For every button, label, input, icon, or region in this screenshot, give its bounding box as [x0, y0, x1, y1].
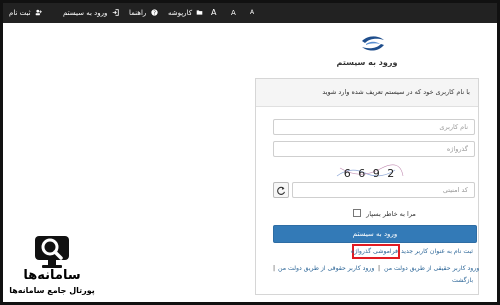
panel-heading: با نام کاربری خود که در سیستم تعریف شده …	[256, 79, 478, 107]
nav-login[interactable]: ورود به سیستم	[63, 3, 119, 23]
link-separator-2: |	[273, 265, 276, 272]
nav-kartabl-label: کارپوشه	[168, 9, 193, 17]
folder-icon	[196, 10, 203, 15]
captcha-image: 6 6 9 2	[336, 164, 404, 180]
login-submit-button[interactable]: ورود به سیستم	[273, 225, 477, 243]
back-link[interactable]: بازگشت	[452, 277, 473, 284]
page-frame: ثبت نام ورود به سیستم ? راهنما کارپوشه A…	[0, 0, 500, 305]
svg-text:?: ?	[153, 10, 156, 16]
font-size-large[interactable]: A	[211, 3, 216, 23]
real-user-login-link[interactable]: ورود کاربر حقیقی از طریق دولت من	[384, 265, 479, 272]
monitor-search-icon	[35, 236, 69, 268]
forgot-password-link[interactable]: فراموشی گذرواژه	[351, 244, 400, 259]
username-input[interactable]: نام کاربری	[273, 119, 475, 135]
refresh-icon	[277, 186, 286, 195]
username-placeholder: نام کاربری	[439, 123, 468, 131]
top-navbar: ثبت نام ورود به سیستم ? راهنما کارپوشه A…	[3, 3, 497, 23]
user-plus-icon	[35, 9, 42, 16]
security-code-input[interactable]: کد امنیتی	[292, 182, 475, 198]
nav-register[interactable]: ثبت نام	[9, 3, 42, 23]
link-separator-1: |	[378, 265, 381, 272]
sign-in-icon	[112, 9, 119, 16]
page-title: ورود به سیستم	[336, 58, 398, 67]
site-logo-icon	[362, 36, 384, 51]
register-link[interactable]: ثبت نام به عنوان کاربر جدید	[401, 248, 473, 255]
nav-register-label: ثبت نام	[9, 9, 31, 17]
remember-me-checkbox[interactable]	[353, 209, 361, 217]
nav-help-label: راهنما	[129, 9, 147, 17]
remember-me-label: مرا به خاطر بسپار	[366, 210, 416, 218]
nav-login-label: ورود به سیستم	[63, 9, 108, 17]
nav-kartabl[interactable]: کارپوشه	[168, 3, 203, 23]
brand-watermark: سامانه‌ها پورتال جامع سامانه‌ها	[6, 234, 98, 302]
question-icon: ?	[150, 9, 158, 16]
captcha-refresh-button[interactable]	[273, 182, 289, 198]
remember-me[interactable]: مرا به خاطر بسپار	[353, 209, 416, 218]
font-size-small[interactable]: A	[250, 3, 254, 23]
brand-subtitle: پورتال جامع سامانه‌ها	[9, 286, 95, 295]
legal-user-login-link[interactable]: ورود کاربر حقوقی از طریق دولت من	[278, 265, 374, 272]
captcha-text: 6 6 9 2	[344, 167, 396, 180]
nav-help[interactable]: ? راهنما	[129, 3, 158, 23]
password-placeholder: گذرواژه	[446, 145, 468, 153]
font-size-medium[interactable]: A	[231, 3, 236, 23]
brand-name: سامانه‌ها	[23, 268, 81, 283]
panel-heading-text: با نام کاربری خود که در سیستم تعریف شده …	[322, 88, 470, 96]
security-code-placeholder: کد امنیتی	[442, 186, 468, 194]
password-input[interactable]: گذرواژه	[273, 141, 475, 157]
